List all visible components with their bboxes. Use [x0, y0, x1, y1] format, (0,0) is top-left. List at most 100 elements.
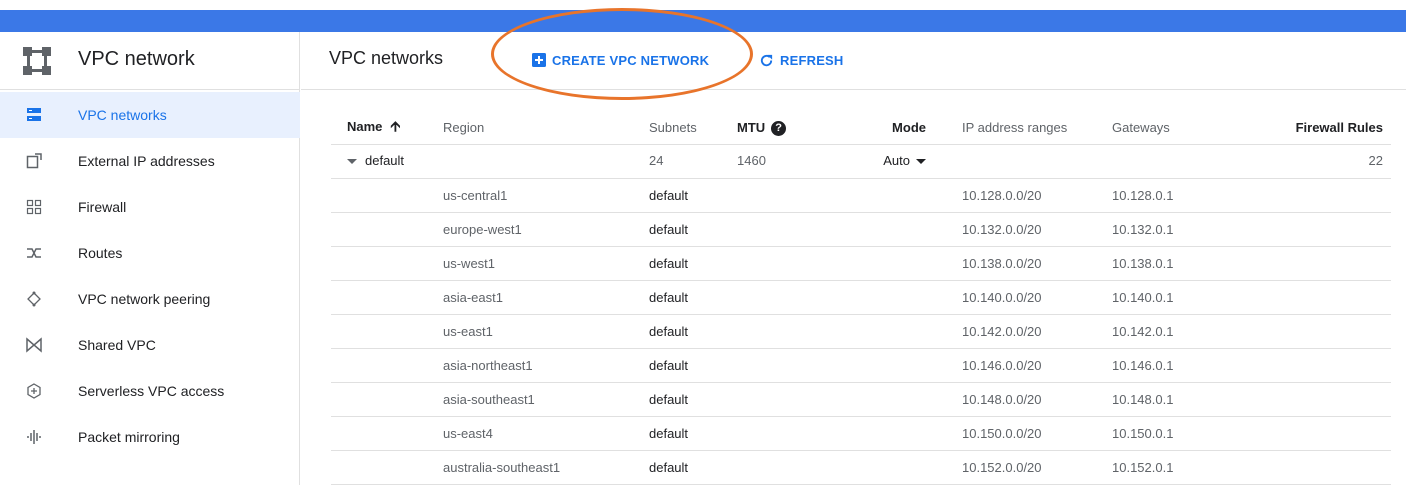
subnet-name-cell [331, 348, 443, 383]
subnet-row: asia-northeast1 default 10.146.0.0/20 10… [331, 348, 1391, 383]
sidebar-item-label: External IP addresses [78, 153, 215, 169]
table-header-row: Name 🡩 Region Subnets MTU? Mode IP addres… [331, 112, 1391, 145]
column-header-region[interactable]: Region [443, 112, 649, 145]
external-ip-icon [26, 153, 42, 169]
add-box-icon [532, 53, 546, 67]
subnet-mode-cell [827, 314, 962, 349]
subnet-ip-range: 10.152.0.0/20 [962, 450, 1112, 485]
sidebar-item-label: Routes [78, 245, 123, 261]
help-icon[interactable]: ? [771, 120, 787, 136]
vpc-networks-icon [27, 108, 41, 121]
subnet-row: europe-west1 default 10.132.0.0/20 10.13… [331, 212, 1391, 247]
subnet-firewall-cell [1232, 246, 1391, 281]
chevron-down-icon [916, 158, 926, 164]
column-header-subnets[interactable]: Subnets [649, 112, 737, 145]
subnet-link[interactable]: default [649, 382, 737, 417]
subnet-region: us-east4 [443, 416, 649, 451]
refresh-button[interactable]: REFRESH [759, 46, 844, 74]
packet-mirroring-icon [27, 430, 41, 444]
column-header-gateways[interactable]: Gateways [1112, 112, 1232, 145]
network-mode-select[interactable]: Auto [827, 144, 962, 179]
sidebar-item-peering[interactable]: VPC network peering [0, 276, 300, 322]
column-header-ip-ranges[interactable]: IP address ranges [962, 112, 1112, 145]
subnet-ip-range: 10.140.0.0/20 [962, 280, 1112, 315]
subnet-gateway: 10.128.0.1 [1112, 178, 1232, 213]
sidebar-item-shared-vpc[interactable]: Shared VPC [0, 322, 300, 368]
subnet-gateway: 10.146.0.1 [1112, 348, 1232, 383]
subnet-firewall-cell [1232, 178, 1391, 213]
sidebar-item-external-ip[interactable]: External IP addresses [0, 138, 300, 184]
subnet-ip-range: 10.142.0.0/20 [962, 314, 1112, 349]
subnet-ip-range: 10.150.0.0/20 [962, 416, 1112, 451]
column-header-mtu[interactable]: MTU? [737, 112, 827, 145]
subnet-mtu-cell [737, 450, 827, 485]
subnet-link[interactable]: default [649, 416, 737, 451]
sidebar-item-serverless[interactable]: Serverless VPC access [0, 368, 300, 414]
network-gateway-cell [1112, 144, 1232, 179]
subnet-row: us-central1 default 10.128.0.0/20 10.128… [331, 178, 1391, 213]
sidebar-item-firewall[interactable]: Firewall [0, 184, 300, 230]
subnet-region: australia-southeast1 [443, 450, 649, 485]
sidebar-item-vpc-networks[interactable]: VPC networks [0, 92, 300, 138]
sidebar: VPC network VPC networks External IP add… [0, 32, 300, 485]
subnet-mode-cell [827, 348, 962, 383]
sidebar-item-routes[interactable]: Routes [0, 230, 300, 276]
subnet-link[interactable]: default [649, 348, 737, 383]
subnet-name-cell [331, 212, 443, 247]
subnet-mode-cell [827, 178, 962, 213]
network-mtu: 1460 [737, 144, 827, 179]
shared-vpc-icon [26, 337, 42, 353]
sidebar-item-label: Firewall [78, 199, 127, 215]
subnet-name-cell [331, 178, 443, 213]
subnet-mtu-cell [737, 314, 827, 349]
subnet-link[interactable]: default [649, 314, 737, 349]
sidebar-item-label: VPC network peering [78, 291, 211, 307]
subnet-link[interactable]: default [649, 246, 737, 281]
network-row-default[interactable]: default 24 1460 Auto 22 [331, 144, 1391, 179]
firewall-icon [26, 199, 42, 215]
subnet-row: asia-east1 default 10.140.0.0/20 10.140.… [331, 280, 1391, 315]
network-firewall-rules-count: 22 [1232, 144, 1391, 179]
subnet-mtu-cell [737, 280, 827, 315]
subnet-row: asia-southeast1 default 10.148.0.0/20 10… [331, 382, 1391, 417]
subnet-region: us-east1 [443, 314, 649, 349]
subnet-ip-range: 10.132.0.0/20 [962, 212, 1112, 247]
column-header-firewall-rules[interactable]: Firewall Rules [1232, 112, 1391, 145]
product-title: VPC network [78, 48, 195, 70]
create-vpc-network-button[interactable]: CREATE VPC NETWORK [532, 46, 709, 74]
subnet-name-cell [331, 246, 443, 281]
subnet-mtu-cell [737, 246, 827, 281]
subnet-firewall-cell [1232, 348, 1391, 383]
subnet-name-cell [331, 314, 443, 349]
main-content: VPC networks CREATE VPC NETWORK REFRESH … [301, 8, 1406, 485]
column-header-mode[interactable]: Mode [827, 112, 962, 145]
subnet-gateway: 10.142.0.1 [1112, 314, 1232, 349]
subnet-gateway: 10.148.0.1 [1112, 382, 1232, 417]
subnet-link[interactable]: default [649, 178, 737, 213]
top-bar-strip [0, 0, 1406, 10]
subnet-region: asia-northeast1 [443, 348, 649, 383]
subnet-link[interactable]: default [649, 280, 737, 315]
subnet-mode-cell [827, 280, 962, 315]
sort-ascending-icon: 🡩 [390, 117, 401, 134]
serverless-icon [27, 383, 41, 399]
network-ip-cell [962, 144, 1112, 179]
create-vpc-network-label: CREATE VPC NETWORK [552, 52, 710, 68]
expand-caret-icon[interactable] [347, 158, 357, 164]
column-header-name[interactable]: Name 🡩 [331, 112, 443, 145]
page-title: VPC networks [329, 48, 444, 68]
network-name-cell[interactable]: default [331, 144, 443, 179]
sidebar-item-label: Serverless VPC access [78, 383, 225, 399]
subnet-ip-range: 10.138.0.0/20 [962, 246, 1112, 281]
subnet-link[interactable]: default [649, 212, 737, 247]
subnet-mtu-cell [737, 348, 827, 383]
subnet-row: us-east4 default 10.150.0.0/20 10.150.0.… [331, 416, 1391, 451]
subnet-region: europe-west1 [443, 212, 649, 247]
subnet-link[interactable]: default [649, 450, 737, 485]
sidebar-header: VPC network [0, 32, 300, 90]
peering-icon [27, 291, 41, 307]
refresh-label: REFRESH [780, 52, 844, 68]
subnet-mode-cell [827, 450, 962, 485]
sidebar-item-packet-mirroring[interactable]: Packet mirroring [0, 414, 300, 460]
subnet-row: australia-southeast1 default 10.152.0.0/… [331, 450, 1391, 485]
